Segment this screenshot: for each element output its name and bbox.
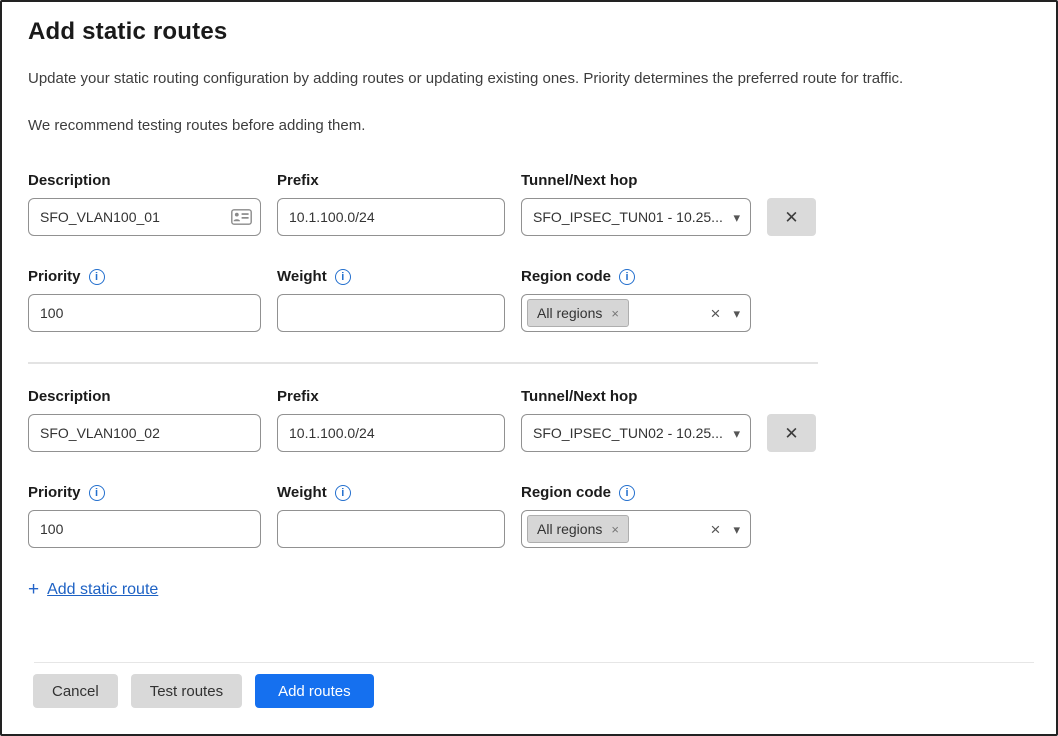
page-title: Add static routes — [28, 18, 1030, 46]
priority-label: Priority — [28, 268, 81, 286]
recommendation-paragraph: We recommend testing routes before addin… — [28, 117, 1030, 134]
tunnel-next-hop-label: Tunnel/Next hop — [521, 172, 751, 190]
cancel-button[interactable]: Cancel — [33, 674, 118, 708]
remove-tag-icon[interactable]: × — [611, 523, 619, 536]
dialog-content: Add static routes Update your static rou… — [2, 2, 1056, 662]
add-static-route-row: + Add static route — [28, 580, 1030, 599]
region-tag-chip: All regions × — [527, 515, 629, 543]
prefix-label: Prefix — [277, 172, 505, 190]
tunnel-select-value: SFO_IPSEC_TUN01 - 10.25... — [533, 209, 725, 225]
region-code-select[interactable]: All regions × × ▾ — [521, 510, 751, 548]
priority-field-group: Priority i — [28, 484, 261, 548]
delete-route-button[interactable]: ✕ — [767, 198, 816, 236]
dialog-footer: Cancel Test routes Add routes — [2, 662, 1056, 734]
description-label: Description — [28, 388, 261, 406]
x-icon: ✕ — [784, 425, 798, 442]
x-icon: ✕ — [784, 209, 798, 226]
description-field-group: Description — [28, 172, 261, 236]
add-static-routes-dialog: Add static routes Update your static rou… — [0, 0, 1058, 736]
description-input[interactable] — [28, 414, 261, 452]
description-field-group: Description — [28, 388, 261, 452]
info-icon[interactable]: i — [335, 269, 351, 285]
add-routes-button[interactable]: Add routes — [255, 674, 374, 708]
tunnel-field-group: Tunnel/Next hop SFO_IPSEC_TUN01 - 10.25.… — [521, 172, 751, 236]
intro-paragraph: Update your static routing configuration… — [28, 70, 1030, 87]
route-divider — [28, 362, 818, 364]
chevron-down-icon: ▾ — [733, 211, 740, 224]
weight-field-group: Weight i — [277, 484, 505, 548]
info-icon[interactable]: i — [89, 485, 105, 501]
region-code-label: Region code — [521, 268, 611, 286]
plus-icon: + — [28, 580, 39, 599]
weight-input[interactable] — [277, 294, 505, 332]
info-icon[interactable]: i — [89, 269, 105, 285]
chevron-down-icon: ▾ — [733, 523, 740, 536]
routes-form: Description — [28, 172, 1030, 599]
region-code-label: Region code — [521, 484, 611, 502]
clear-selection-icon[interactable]: × — [711, 521, 721, 538]
region-tag-label: All regions — [537, 305, 602, 321]
prefix-input[interactable] — [277, 414, 505, 452]
chevron-down-icon: ▾ — [733, 427, 740, 440]
tunnel-next-hop-label: Tunnel/Next hop — [521, 388, 751, 406]
remove-tag-icon[interactable]: × — [611, 307, 619, 320]
tunnel-field-group: Tunnel/Next hop SFO_IPSEC_TUN02 - 10.25.… — [521, 388, 751, 452]
clear-selection-icon[interactable]: × — [711, 305, 721, 322]
priority-label: Priority — [28, 484, 81, 502]
tunnel-select[interactable]: SFO_IPSEC_TUN02 - 10.25... ▾ — [521, 414, 751, 452]
info-icon[interactable]: i — [335, 485, 351, 501]
chevron-down-icon: ▾ — [733, 307, 740, 320]
weight-label: Weight — [277, 268, 327, 286]
info-icon[interactable]: i — [619, 269, 635, 285]
priority-input[interactable] — [28, 294, 261, 332]
prefix-input[interactable] — [277, 198, 505, 236]
route-section-2: Description Prefix Tunnel/Next hop SFO_I… — [28, 388, 1030, 548]
test-routes-button[interactable]: Test routes — [131, 674, 242, 708]
route-section-1: Description — [28, 172, 1030, 332]
weight-label: Weight — [277, 484, 327, 502]
prefix-field-group: Prefix — [277, 172, 505, 236]
prefix-label: Prefix — [277, 388, 505, 406]
add-static-route-link[interactable]: Add static route — [47, 581, 158, 599]
region-code-select[interactable]: All regions × × ▾ — [521, 294, 751, 332]
info-icon[interactable]: i — [619, 485, 635, 501]
region-tag-label: All regions — [537, 521, 602, 537]
priority-field-group: Priority i — [28, 268, 261, 332]
tunnel-select[interactable]: SFO_IPSEC_TUN01 - 10.25... ▾ — [521, 198, 751, 236]
tunnel-select-value: SFO_IPSEC_TUN02 - 10.25... — [533, 425, 725, 441]
weight-input[interactable] — [277, 510, 505, 548]
description-input[interactable] — [28, 198, 261, 236]
region-tag-chip: All regions × — [527, 299, 629, 327]
description-label: Description — [28, 172, 261, 190]
prefix-field-group: Prefix — [277, 388, 505, 452]
weight-field-group: Weight i — [277, 268, 505, 332]
region-code-field-group: Region code i All regions × × ▾ — [521, 268, 751, 332]
delete-route-button[interactable]: ✕ — [767, 414, 816, 452]
region-code-field-group: Region code i All regions × × ▾ — [521, 484, 751, 548]
priority-input[interactable] — [28, 510, 261, 548]
